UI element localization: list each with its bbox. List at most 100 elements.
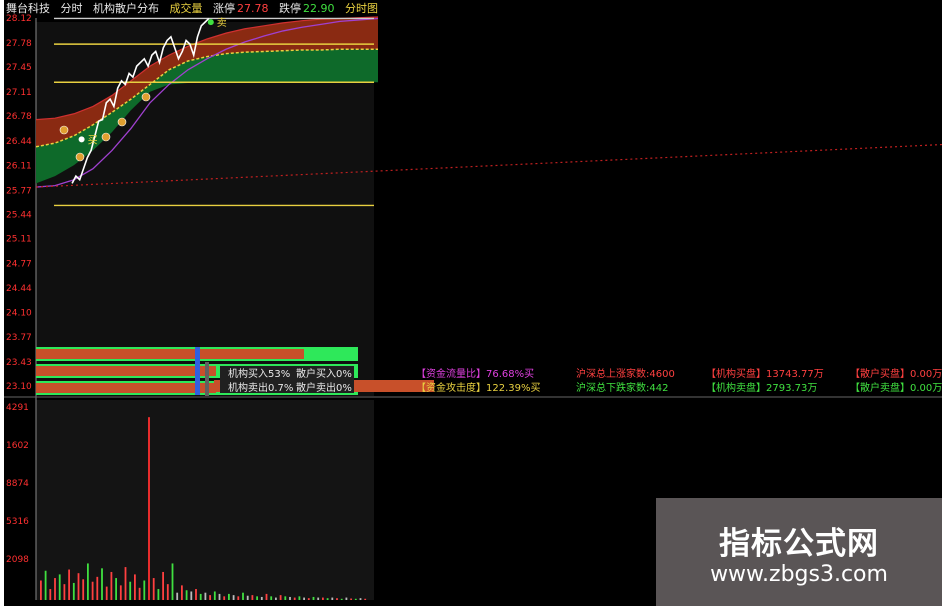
flow-bar-1: [36, 349, 304, 359]
volume-bar: [110, 571, 113, 600]
buy-badge-icon: [101, 132, 111, 142]
volume-bar: [138, 587, 141, 600]
volume-bar: [359, 598, 362, 600]
volume-bar: [298, 596, 301, 600]
signal-label: 卖: [217, 17, 227, 29]
volume-bar: [326, 598, 329, 600]
volume-bar: [129, 581, 132, 600]
signal-marker: [78, 136, 85, 143]
volume-bar: [242, 592, 244, 600]
buy-badge-icon: [59, 125, 69, 135]
volume-bar: [195, 589, 197, 600]
volume-bar: [77, 573, 80, 600]
volume-bar: [87, 563, 89, 600]
flow-divider-2: [205, 362, 209, 396]
watermark-title: 指标公式网: [719, 526, 879, 562]
volume-bar: [223, 596, 226, 600]
volume-bar: [124, 567, 127, 600]
volume-bar: [312, 596, 315, 600]
volume-bar: [293, 597, 296, 600]
volume-bar: [63, 584, 66, 600]
price-tick-label: 26.78: [6, 112, 32, 122]
volume-bar: [185, 590, 188, 600]
volume-bar: [54, 578, 56, 600]
price-tick-label: 23.43: [6, 358, 32, 368]
price-tick-label: 28.12: [6, 14, 32, 24]
volume-bar: [284, 596, 287, 600]
inst-sell-text: 机构卖出0.7%: [228, 381, 293, 394]
volume-bar: [82, 579, 85, 600]
price-tick-label: 24.44: [6, 284, 32, 294]
fund-attack: 【资金攻击度】122.39%买: [416, 381, 541, 394]
volume-bar: [105, 586, 108, 600]
signal-marker: [207, 19, 214, 26]
retail-sell-amount: 【散户卖盘】0.00万: [850, 381, 942, 394]
volume-bar: [237, 596, 240, 600]
volume-bar: [190, 591, 193, 600]
volume-bar: [218, 593, 221, 600]
volume-bar: [256, 596, 258, 600]
volume-bar: [275, 597, 277, 600]
volume-bar: [340, 598, 343, 600]
up-count: 沪深总上涨家数:4600: [576, 367, 675, 380]
price-tick-label: 23.77: [6, 333, 32, 343]
volume-bar: [199, 593, 202, 600]
volume-tick-label: 8874: [6, 479, 29, 489]
volume-bar: [40, 580, 42, 600]
volume-bar: [101, 568, 103, 600]
volume-bar: [364, 598, 367, 600]
volume-bar: [49, 589, 52, 600]
volume-bar: [204, 592, 207, 600]
retail-buy-amount: 【散户买盘】0.00万: [850, 367, 942, 380]
price-tick-label: 25.77: [6, 186, 32, 196]
volume-bar: [72, 582, 75, 600]
volume-bar: [171, 563, 174, 600]
volume-area-shade: [36, 400, 374, 600]
volume-bar: [246, 595, 249, 600]
volume-bar: [354, 598, 357, 600]
volume-bar: [166, 584, 169, 600]
volume-bar: [322, 597, 324, 600]
price-tick-label: 25.44: [6, 210, 32, 220]
volume-bar: [209, 595, 211, 600]
price-tick-label: 23.10: [6, 382, 32, 392]
volume-bar: [119, 585, 122, 600]
price-tick-label: 27.11: [6, 88, 32, 98]
price-tick-label: 26.11: [6, 161, 32, 171]
volume-bar: [345, 597, 348, 600]
volume-bar: [213, 591, 216, 600]
volume-bar: [148, 417, 150, 600]
volume-bar: [260, 596, 263, 600]
retail-sell-text: 散户卖出0%: [296, 381, 352, 394]
volume-bar: [317, 597, 320, 600]
volume-bar: [289, 596, 291, 600]
flow-bar-3: [36, 383, 216, 393]
volume-bar: [228, 593, 230, 600]
inst-buy-text: 机构买入53%: [228, 367, 290, 380]
price-tick-label: 24.77: [6, 260, 32, 270]
volume-tick-label: 5316: [6, 517, 29, 527]
price-tick-label: 25.11: [6, 235, 32, 245]
price-tick-label: 26.44: [6, 137, 32, 147]
volume-bar: [58, 574, 61, 600]
volume-bar: [336, 598, 338, 600]
volume-tick-label: 4291: [6, 403, 29, 413]
volume-bar: [232, 595, 235, 600]
volume-bar: [181, 585, 183, 600]
fund-flow-ratio: 【资金流量比】76.68%买: [416, 367, 534, 380]
volume-bar: [162, 571, 164, 600]
price-tick-label: 27.78: [6, 39, 32, 49]
volume-bar: [68, 569, 70, 600]
watermark-panel: 指标公式网 www.zbgs3.com: [656, 498, 942, 606]
signal-label: 买: [88, 134, 98, 146]
volume-bar: [115, 578, 117, 600]
inst-buy-amount: 【机构买盘】13743.77万: [706, 367, 824, 380]
price-tick-label: 27.45: [6, 63, 32, 73]
volume-tick-label: 2098: [6, 555, 29, 565]
volume-tick-label: 1602: [6, 441, 29, 451]
volume-bar: [331, 597, 334, 600]
buy-badge-icon: [117, 117, 127, 127]
chart-frame: 舞台科技 分时 机构散户分布 成交量 涨停 27.78 跌停 22.90 分时图 2…: [4, 0, 942, 606]
volume-bar: [157, 589, 160, 600]
down-count: 沪深总下跌家数:442: [576, 381, 668, 394]
